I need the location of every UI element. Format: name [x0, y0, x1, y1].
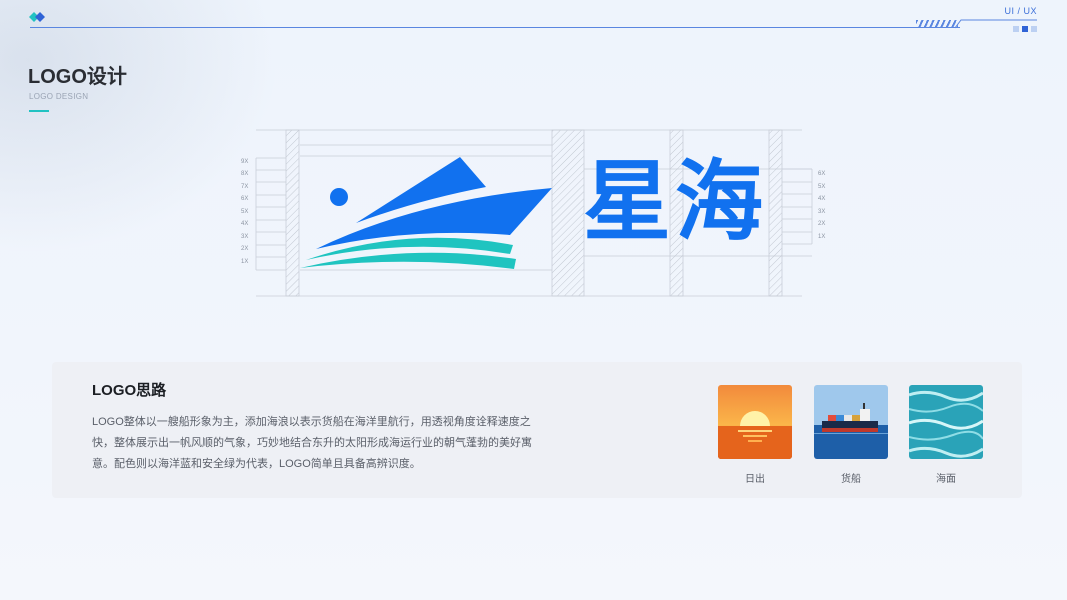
scale-label-right-4x: 4X — [818, 196, 826, 202]
scale-label-right-6x: 6X — [818, 171, 826, 177]
page-indicator — [1013, 26, 1037, 32]
scale-label-right-2x: 2X — [818, 221, 826, 227]
sunrise-label: 日出 — [745, 474, 765, 485]
sea-surface-photo — [909, 385, 983, 459]
logo-wordmark: 星海 — [583, 150, 768, 253]
scale-label-4x: 4X — [241, 221, 249, 227]
scale-label-1x: 1X — [241, 259, 249, 265]
sea-surface-label: 海面 — [936, 474, 956, 485]
section-tag: UI / UX — [1004, 6, 1037, 16]
scale-label-8x: 8X — [241, 171, 249, 177]
ship-logo-icon — [300, 157, 552, 269]
indicator-square — [1031, 26, 1037, 32]
page-title: LOGO设计 — [28, 66, 127, 88]
indicator-square-active — [1022, 26, 1028, 32]
scale-label-2x: 2X — [241, 246, 249, 252]
scale-label-right-5x: 5X — [818, 184, 826, 190]
brand-diamond-icon — [29, 12, 45, 22]
scale-label-3x: 3X — [241, 234, 249, 240]
sun-icon — [330, 188, 348, 206]
scale-label-7x: 7X — [241, 184, 249, 190]
page-subtitle: LOGO DESIGN — [29, 92, 89, 101]
header-hatch-decoration — [916, 20, 958, 27]
cargo-ship-label: 货船 — [841, 474, 861, 485]
logo-concept-card: LOGO思路 LOGO整体以一艘船形象为主，添加海浪以表示货船在海洋里航行，用透… — [52, 362, 1022, 498]
title-accent-bar — [29, 110, 49, 112]
scale-label-6x: 6X — [241, 196, 249, 202]
sunrise-photo — [718, 385, 792, 459]
scale-label-right-1x: 1X — [818, 234, 826, 240]
indicator-square — [1013, 26, 1019, 32]
cargo-ship-photo — [814, 385, 888, 459]
header-rule — [30, 27, 960, 28]
concept-description: LOGO整体以一艘船形象为主，添加海浪以表示货船在海洋里航行，用透视角度诠释速度… — [92, 416, 532, 470]
scale-label-5x: 5X — [241, 209, 249, 215]
concept-title: LOGO思路 — [92, 382, 167, 399]
scale-label-right-3x: 3X — [818, 209, 826, 215]
scale-label-9x: 9X — [241, 159, 249, 165]
